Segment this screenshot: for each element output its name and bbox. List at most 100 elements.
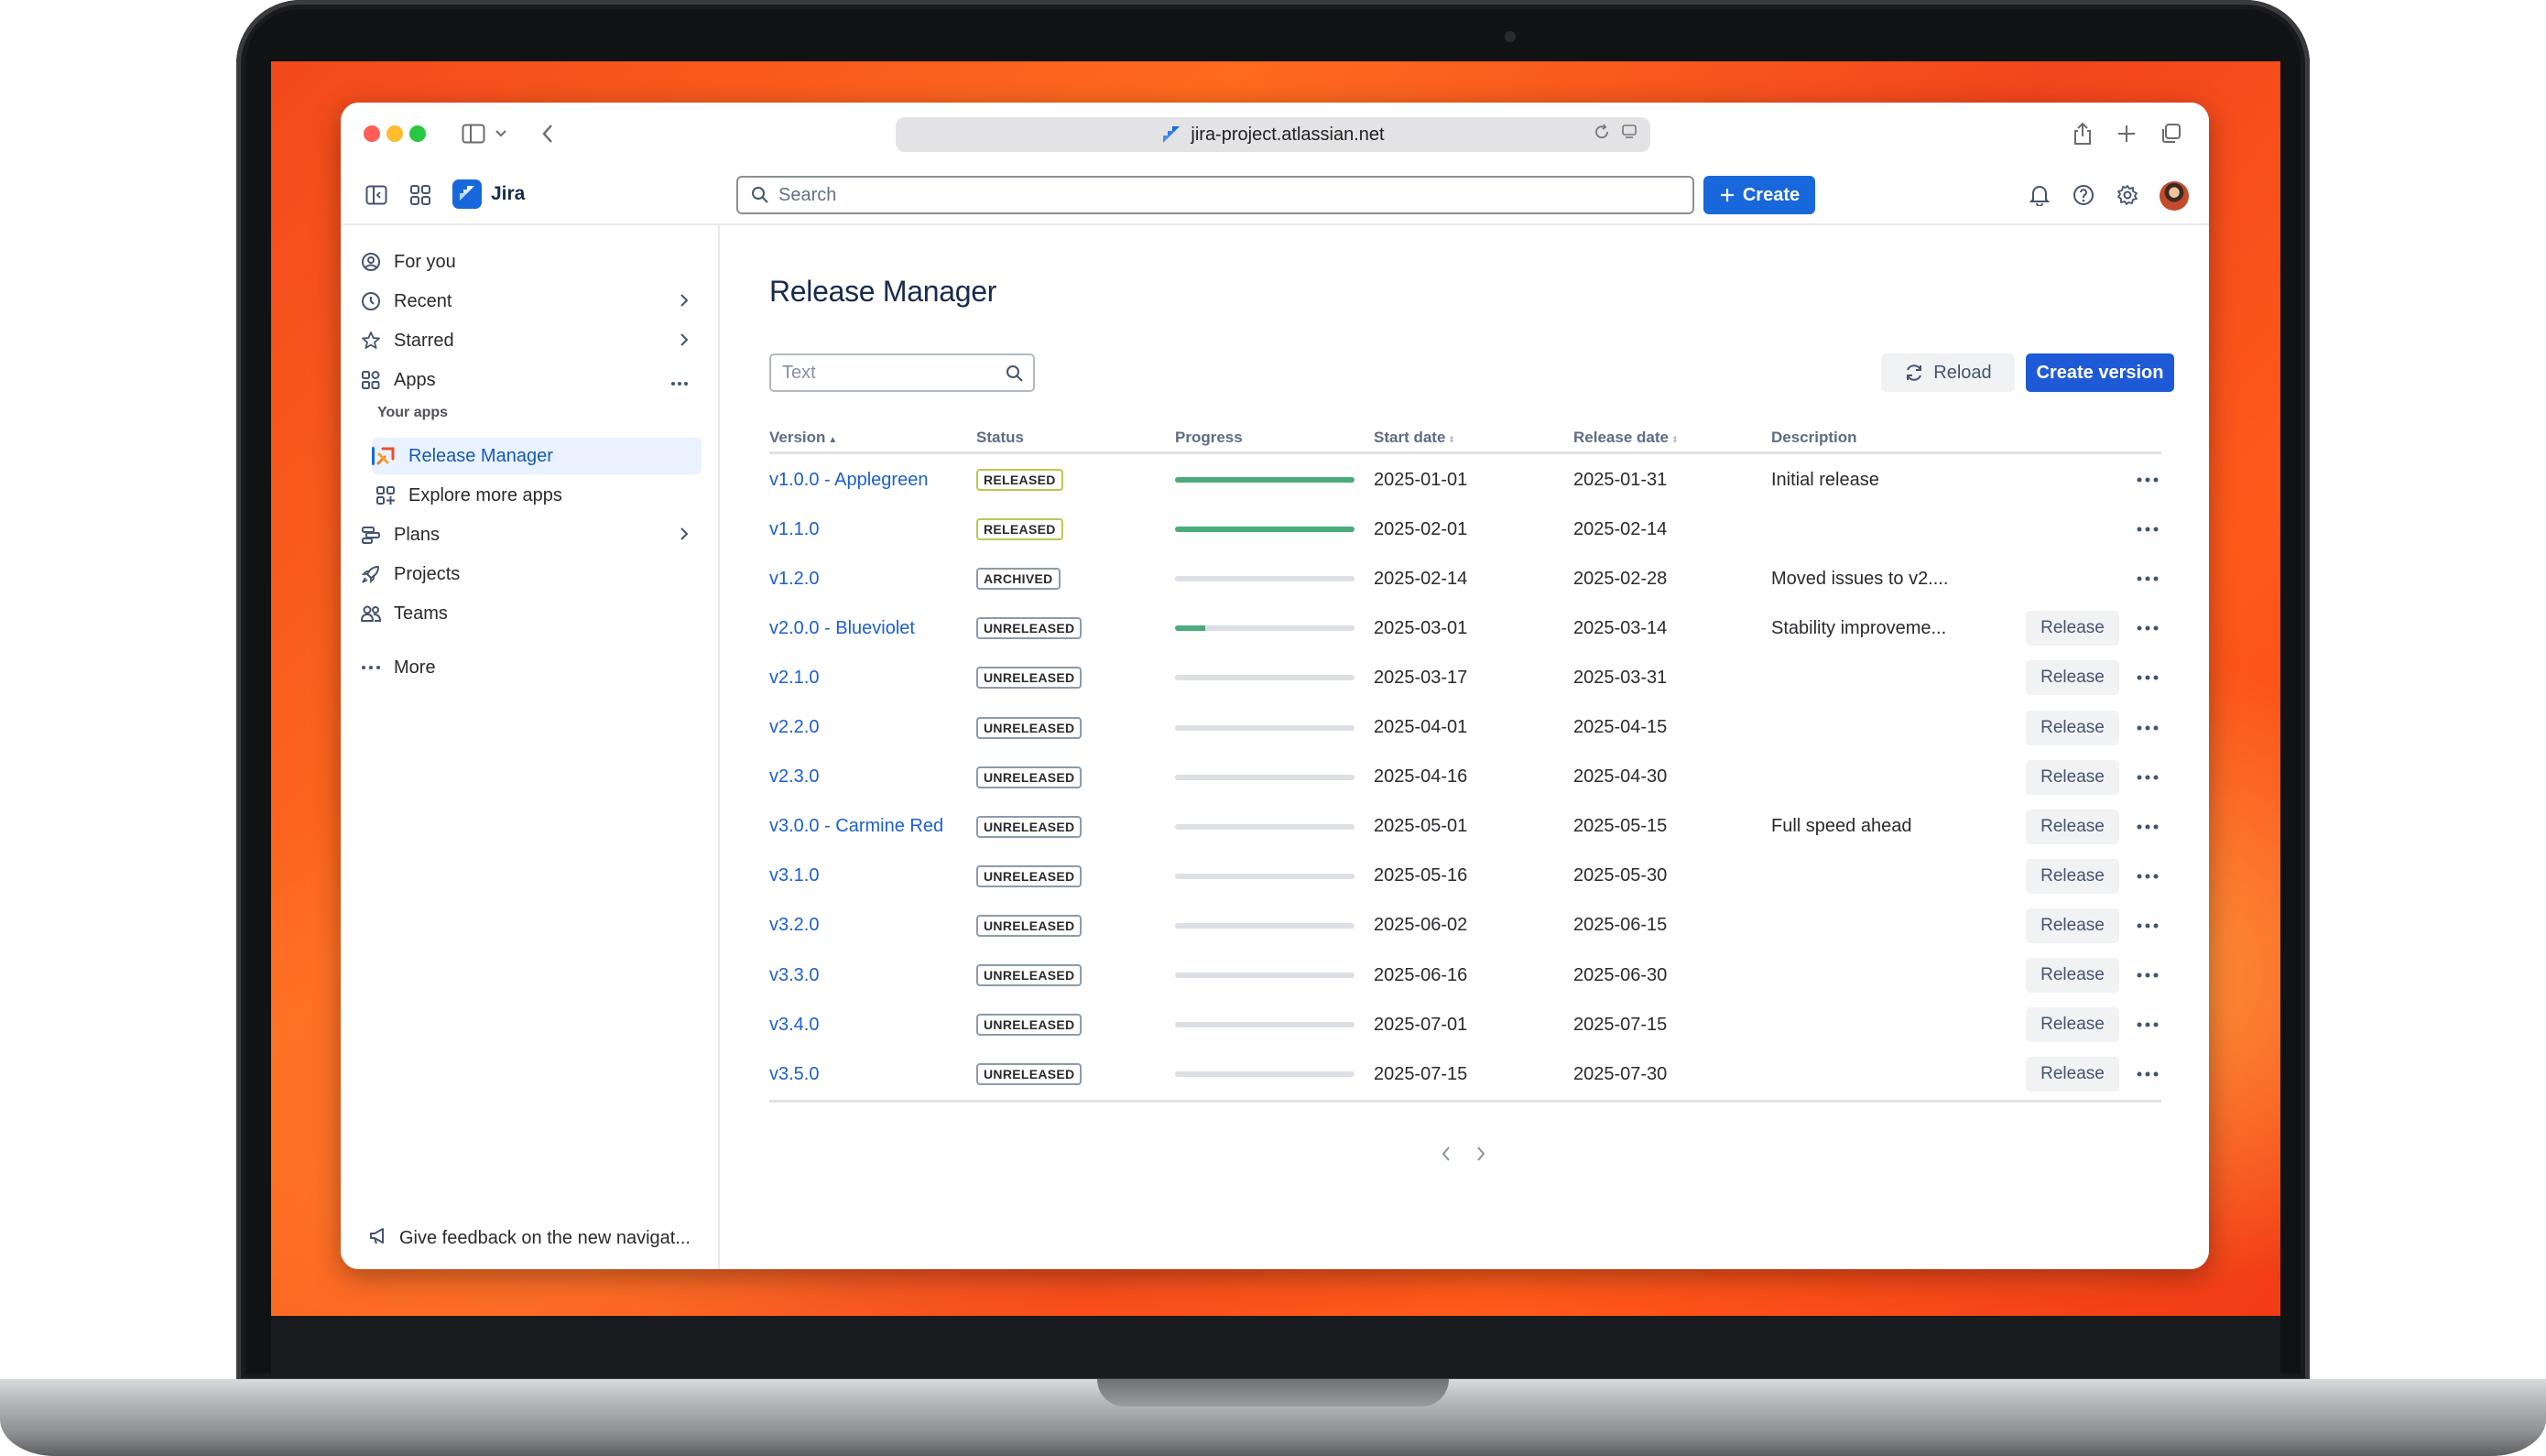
more-actions-icon[interactable] bbox=[2134, 614, 2161, 642]
sidebar-item-plans[interactable]: Plans bbox=[357, 516, 702, 553]
table-row: v2.1.0 UNRELEASED 2025-03-17 2025-03-31 Rele… bbox=[769, 653, 2161, 702]
version-link[interactable]: v3.1.0 bbox=[769, 865, 819, 886]
chevron-right-icon[interactable] bbox=[680, 523, 689, 547]
zoom-window-button[interactable] bbox=[409, 125, 426, 142]
sidebar-item-more[interactable]: More bbox=[357, 649, 702, 686]
chevron-down-icon[interactable] bbox=[493, 119, 509, 148]
sidebar-item-release-manager[interactable]: Release Manager bbox=[372, 438, 702, 474]
column-header-progress: Progress bbox=[1175, 429, 1243, 446]
create-button[interactable]: Create bbox=[1703, 176, 1815, 214]
version-link[interactable]: v1.0.0 - Applegreen bbox=[769, 470, 928, 491]
release-button[interactable]: Release bbox=[2026, 611, 2119, 647]
version-link[interactable]: v3.0.0 - Carmine Red bbox=[769, 816, 943, 837]
release-button[interactable]: Release bbox=[2026, 1057, 2119, 1092]
chevron-right-icon[interactable] bbox=[680, 329, 689, 353]
release-button[interactable]: Release bbox=[2026, 660, 2119, 696]
jira-logo-icon bbox=[452, 179, 482, 209]
url-text: jira-project.atlassian.net bbox=[1191, 124, 1385, 145]
more-actions-icon[interactable] bbox=[2134, 466, 2161, 494]
reload-button[interactable]: Reload bbox=[1881, 353, 2015, 392]
sidebar-item-apps[interactable]: Apps bbox=[357, 362, 702, 398]
version-link[interactable]: v3.2.0 bbox=[769, 915, 819, 936]
sidebar-toggle-icon[interactable] bbox=[460, 119, 487, 148]
search-input[interactable]: Search bbox=[736, 176, 1694, 214]
your-apps-label: Your apps bbox=[377, 405, 449, 420]
notifications-bell-icon[interactable] bbox=[2026, 181, 2053, 209]
sidebar-item-starred[interactable]: Starred bbox=[357, 322, 702, 359]
reader-icon[interactable] bbox=[1621, 124, 1637, 145]
progress-bar bbox=[1175, 625, 1355, 632]
more-actions-icon[interactable] bbox=[2134, 962, 2161, 989]
text-filter-input[interactable]: Text bbox=[769, 353, 1035, 392]
release-button[interactable]: Release bbox=[2026, 1007, 2119, 1043]
column-header-start-date[interactable]: Start date ⇕ bbox=[1374, 429, 1455, 447]
jira-home-link[interactable]: Jira bbox=[452, 179, 525, 209]
address-bar[interactable]: jira-project.atlassian.net bbox=[896, 117, 1650, 152]
release-date: 2025-03-14 bbox=[1573, 617, 1668, 638]
release-button[interactable]: Release bbox=[2026, 759, 2119, 795]
release-date: 2025-02-28 bbox=[1573, 568, 1668, 589]
status-badge: UNRELEASED bbox=[976, 617, 1083, 640]
share-icon[interactable] bbox=[2070, 119, 2095, 148]
version-link[interactable]: v1.2.0 bbox=[769, 569, 819, 590]
previous-page-icon[interactable] bbox=[1440, 1141, 1453, 1169]
progress-bar bbox=[1175, 774, 1355, 780]
sidebar-item-projects[interactable]: Projects bbox=[357, 556, 702, 592]
reload-page-icon[interactable] bbox=[1594, 124, 1610, 145]
column-header-release-date[interactable]: Release date ⇕ bbox=[1573, 429, 1679, 447]
version-link[interactable]: v2.0.0 - Blueviolet bbox=[769, 618, 915, 639]
start-date: 2025-05-16 bbox=[1374, 865, 1468, 886]
clock-icon bbox=[357, 291, 385, 311]
version-link[interactable]: v3.5.0 bbox=[769, 1064, 819, 1085]
app-switcher-icon[interactable] bbox=[407, 181, 434, 209]
sidebar-item-recent[interactable]: Recent bbox=[357, 283, 702, 320]
more-actions-icon[interactable] bbox=[2134, 516, 2161, 543]
sidebar-item-teams[interactable]: Teams bbox=[357, 595, 702, 632]
settings-gear-icon[interactable] bbox=[2114, 181, 2141, 209]
version-link[interactable]: v3.3.0 bbox=[769, 965, 819, 986]
more-actions-icon[interactable] bbox=[2134, 912, 2161, 940]
version-link[interactable]: v2.1.0 bbox=[769, 668, 819, 689]
more-actions-icon[interactable] bbox=[2134, 813, 2161, 841]
back-icon[interactable] bbox=[537, 119, 559, 148]
release-button[interactable]: Release bbox=[2026, 809, 2119, 844]
version-link[interactable]: v3.4.0 bbox=[769, 1015, 819, 1036]
more-actions-icon[interactable] bbox=[2134, 565, 2161, 592]
close-window-button[interactable] bbox=[364, 125, 380, 142]
filter-placeholder: Text bbox=[782, 362, 816, 383]
next-page-icon[interactable] bbox=[1474, 1141, 1487, 1169]
release-button[interactable]: Release bbox=[2026, 710, 2119, 745]
user-avatar[interactable] bbox=[2160, 181, 2189, 211]
more-actions-icon[interactable] bbox=[2134, 764, 2161, 791]
column-header-version[interactable]: Version ▲ bbox=[769, 429, 837, 447]
more-actions-icon[interactable] bbox=[2134, 1060, 2161, 1088]
more-actions-icon[interactable] bbox=[2134, 714, 2161, 742]
new-tab-icon[interactable] bbox=[2114, 119, 2139, 148]
help-icon[interactable] bbox=[2070, 181, 2097, 209]
version-link[interactable]: v1.1.0 bbox=[769, 519, 819, 540]
create-version-button[interactable]: Create version bbox=[2026, 353, 2174, 392]
release-button[interactable]: Release bbox=[2026, 858, 2119, 894]
release-date: 2025-04-15 bbox=[1573, 717, 1668, 737]
release-button[interactable]: Release bbox=[2026, 907, 2119, 943]
more-actions-icon[interactable] bbox=[2134, 664, 2161, 691]
more-options-icon[interactable] bbox=[670, 368, 689, 392]
sidebar-item-label: Projects bbox=[394, 563, 461, 584]
sidebar-item-label: Apps bbox=[394, 369, 436, 390]
minimize-window-button[interactable] bbox=[386, 125, 403, 142]
sidebar-item-explore-more-apps[interactable]: Explore more apps bbox=[372, 477, 702, 514]
version-link[interactable]: v2.3.0 bbox=[769, 766, 819, 788]
sidebar-item-for-you[interactable]: For you bbox=[357, 244, 702, 280]
version-link[interactable]: v2.2.0 bbox=[769, 717, 819, 738]
more-actions-icon[interactable] bbox=[2134, 1011, 2161, 1038]
chevron-right-icon[interactable] bbox=[680, 289, 689, 313]
tabs-overview-icon[interactable] bbox=[2158, 119, 2183, 148]
refresh-icon bbox=[1907, 364, 1922, 381]
release-button[interactable]: Release bbox=[2026, 958, 2119, 993]
give-feedback-link[interactable]: Give feedback on the new navigat... bbox=[368, 1225, 691, 1251]
progress-bar-fill bbox=[1175, 625, 1206, 632]
table-row: v2.0.0 - Blueviolet UNRELEASED 2025-03-01 2… bbox=[769, 603, 2161, 653]
collapse-sidebar-icon[interactable] bbox=[363, 181, 390, 209]
table-row: v3.5.0 UNRELEASED 2025-07-15 2025-07-30 Rele… bbox=[769, 1049, 2161, 1099]
more-actions-icon[interactable] bbox=[2134, 863, 2161, 890]
